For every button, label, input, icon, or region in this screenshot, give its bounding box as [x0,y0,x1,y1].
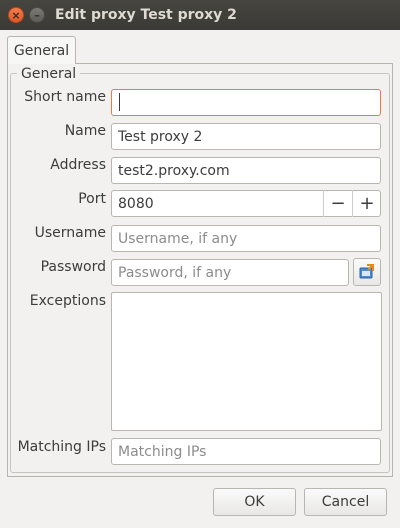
minimize-window-button[interactable]: – [29,7,45,23]
ok-button[interactable]: OK [213,488,296,516]
password-label: Password [40,259,106,275]
exceptions-textarea[interactable] [111,292,382,431]
cancel-button-label: Cancel [321,494,370,510]
short-name-label: Short name [24,89,106,105]
name-label: Name [64,123,106,139]
address-label: Address [50,157,106,173]
plus-icon: + [359,193,375,214]
username-label: Username [34,225,106,241]
name-field[interactable] [111,123,381,150]
window-title: Edit proxy Test proxy 2 [55,7,237,23]
tab-general[interactable]: General [7,36,76,64]
close-window-button[interactable]: × [8,7,24,23]
address-field[interactable] [111,157,381,184]
group-legend: General [17,66,81,82]
tab-general-label: General [13,42,70,59]
minimize-icon: – [34,8,40,22]
password-field[interactable] [111,259,349,286]
port-label: Port [78,191,106,207]
username-field[interactable] [111,225,381,252]
short-name-field[interactable] [111,89,381,116]
close-icon: × [11,8,21,22]
ok-button-label: OK [244,494,265,510]
cancel-button[interactable]: Cancel [304,488,387,516]
port-decrement-button[interactable]: − [323,190,352,217]
password-generate-icon [359,264,374,279]
matching-ips-label: Matching IPs [17,439,106,455]
matching-ips-field[interactable] [111,438,381,465]
minus-icon: − [330,193,346,214]
exceptions-label: Exceptions [29,293,106,309]
port-increment-button[interactable]: + [352,190,381,217]
password-generate-button[interactable] [353,258,381,286]
text-caret [119,93,120,111]
title-bar: × – Edit proxy Test proxy 2 [0,0,400,30]
